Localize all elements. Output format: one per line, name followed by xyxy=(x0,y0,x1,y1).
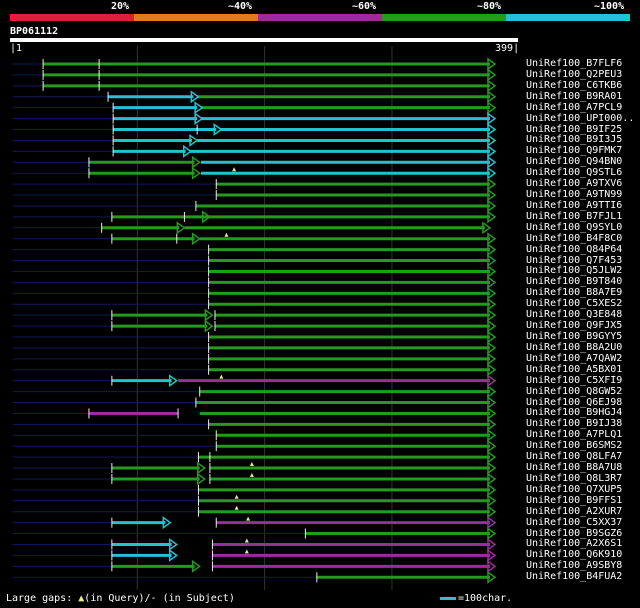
hit-label-42[interactable]: UniRef100_C5XX37 xyxy=(526,517,622,528)
hit-label-8[interactable]: UniRef100_Q9FMK7 xyxy=(526,145,622,156)
hit-label-23[interactable]: UniRef100_Q3E848 xyxy=(526,309,622,320)
query-gap-marker-icon xyxy=(249,462,254,467)
hit-label-18[interactable]: UniRef100_Q7F453 xyxy=(526,255,622,266)
hit-label-32[interactable]: UniRef100_B9HGJ4 xyxy=(526,407,622,418)
scale-legend: =100char. xyxy=(440,593,512,604)
hit-label-37[interactable]: UniRef100_B8A7U8 xyxy=(526,462,622,473)
hit-label-7[interactable]: UniRef100_B9I3J5 xyxy=(526,134,622,145)
query-gap-marker-icon xyxy=(232,167,237,172)
hit-label-30[interactable]: UniRef100_Q8GW52 xyxy=(526,386,622,397)
hit-label-10[interactable]: UniRef100_Q9STL6 xyxy=(526,167,622,178)
hit-label-5[interactable]: UniRef100_UPI000.. xyxy=(526,113,634,124)
hit-label-21[interactable]: UniRef100_B8A7E9 xyxy=(526,287,622,298)
query-gap-marker-icon xyxy=(244,549,249,554)
hit-label-16[interactable]: UniRef100_B4F8C0 xyxy=(526,233,622,244)
gap-legend: Large gaps: ▲(in Query)/- (in Subject) xyxy=(6,593,235,604)
query-gap-marker-icon xyxy=(246,516,251,521)
hit-label-34[interactable]: UniRef100_A7PLQ1 xyxy=(526,429,622,440)
hit-label-41[interactable]: UniRef100_A2XUR7 xyxy=(526,506,622,517)
hit-label-3[interactable]: UniRef100_B9RA01 xyxy=(526,91,622,102)
hit-label-33[interactable]: UniRef100_B9IJ38 xyxy=(526,418,622,429)
hit-label-36[interactable]: UniRef100_Q8LFA7 xyxy=(526,451,622,462)
hit-label-9[interactable]: UniRef100_Q94BN0 xyxy=(526,156,622,167)
hit-label-12[interactable]: UniRef100_A9TN99 xyxy=(526,189,622,200)
subject-gap-label: (in Subject) xyxy=(162,593,235,604)
hit-label-28[interactable]: UniRef100_A5BX01 xyxy=(526,364,622,375)
hit-label-25[interactable]: UniRef100_B9GYY5 xyxy=(526,331,622,342)
hit-label-11[interactable]: UniRef100_A9TXV6 xyxy=(526,178,622,189)
hit-label-19[interactable]: UniRef100_Q5JLW2 xyxy=(526,265,622,276)
hit-label-38[interactable]: UniRef100_Q8L3R7 xyxy=(526,473,622,484)
hit-label-0[interactable]: UniRef100_B7FLF6 xyxy=(526,58,622,69)
hit-label-35[interactable]: UniRef100_B6SMS2 xyxy=(526,440,622,451)
hit-label-31[interactable]: UniRef100_Q6EJ98 xyxy=(526,397,622,408)
query-gap-marker-icon xyxy=(234,505,239,510)
hit-label-14[interactable]: UniRef100_B7FJL1 xyxy=(526,211,622,222)
query-gap-marker-icon xyxy=(219,374,224,379)
query-gap-marker-icon xyxy=(244,538,249,543)
query-gap-marker-icon xyxy=(224,232,229,237)
hit-label-40[interactable]: UniRef100_B9FFS1 xyxy=(526,495,622,506)
hit-label-1[interactable]: UniRef100_Q2PEU3 xyxy=(526,69,622,80)
hit-label-20[interactable]: UniRef100_B9T840 xyxy=(526,276,622,287)
hit-label-39[interactable]: UniRef100_Q7XUP5 xyxy=(526,484,622,495)
hit-label-45[interactable]: UniRef100_Q6K910 xyxy=(526,549,622,560)
subject-gap-marker-icon: - xyxy=(150,593,157,604)
hit-label-2[interactable]: UniRef100_C6TKB6 xyxy=(526,80,622,91)
scale-label: =100char. xyxy=(458,593,513,604)
query-gap-marker-icon xyxy=(249,472,254,477)
hit-label-29[interactable]: UniRef100_C5XFI9 xyxy=(526,375,622,386)
hit-label-13[interactable]: UniRef100_A9TTI6 xyxy=(526,200,622,211)
scale-bar xyxy=(440,596,456,600)
hit-label-46[interactable]: UniRef100_A9SBY8 xyxy=(526,560,622,571)
hit-label-26[interactable]: UniRef100_B8A2U0 xyxy=(526,342,622,353)
hit-label-6[interactable]: UniRef100_B9IF25 xyxy=(526,124,622,135)
hit-label-44[interactable]: UniRef100_A2X6S1 xyxy=(526,538,622,549)
gap-legend-label: Large gaps: xyxy=(6,593,73,604)
hit-label-24[interactable]: UniRef100_Q9FJX5 xyxy=(526,320,622,331)
hit-label-47[interactable]: UniRef100_B4FUA2 xyxy=(526,571,622,582)
query-gap-label: (in Query)/ xyxy=(84,593,151,604)
hit-label-15[interactable]: UniRef100_Q9SYL0 xyxy=(526,222,622,233)
hit-label-17[interactable]: UniRef100_Q84P64 xyxy=(526,244,622,255)
query-gap-marker-icon xyxy=(234,494,239,499)
hit-label-43[interactable]: UniRef100_B9SGZ6 xyxy=(526,528,622,539)
hit-label-27[interactable]: UniRef100_A7QAW2 xyxy=(526,353,622,364)
hit-label-4[interactable]: UniRef100_A7PCL9 xyxy=(526,102,622,113)
hit-label-22[interactable]: UniRef100_C5XES2 xyxy=(526,298,622,309)
